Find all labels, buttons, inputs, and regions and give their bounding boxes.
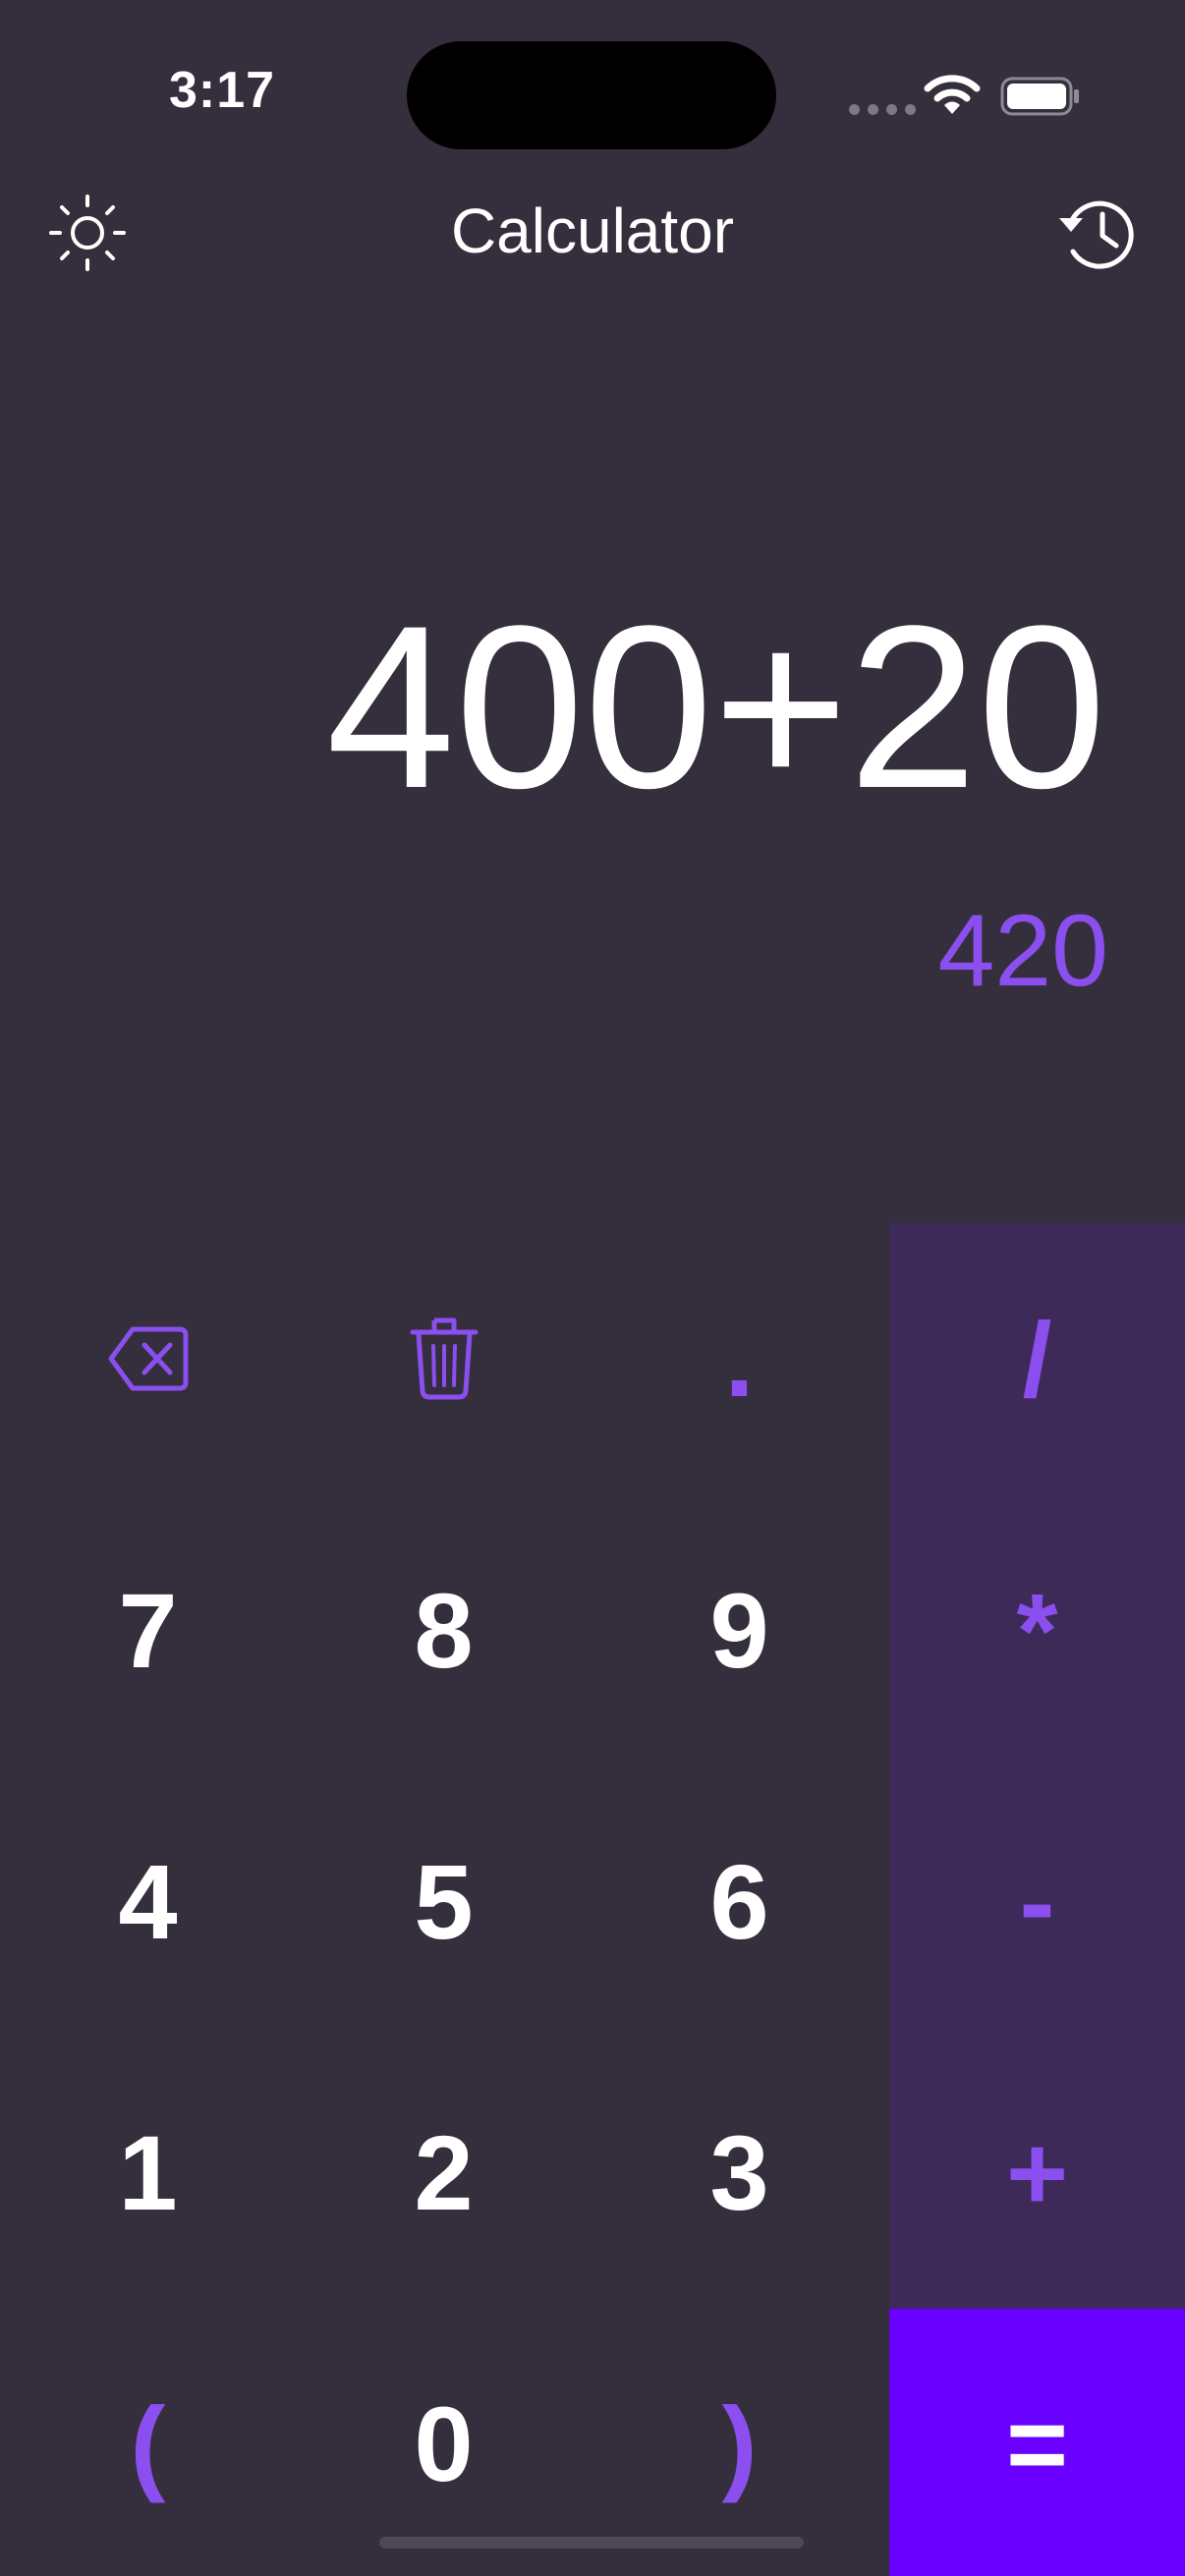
divide-button[interactable]: /	[889, 1223, 1185, 1494]
key-5[interactable]: 5	[296, 1765, 592, 2037]
key-7[interactable]: 7	[0, 1494, 296, 1765]
decimal-button[interactable]: .	[592, 1223, 887, 1494]
home-indicator	[379, 2537, 804, 2548]
dynamic-island	[407, 41, 776, 149]
expression-display: 400+20	[325, 578, 1106, 837]
multiply-button[interactable]: *	[889, 1494, 1185, 1765]
add-button[interactable]: +	[889, 2037, 1185, 2308]
key-8[interactable]: 8	[296, 1494, 592, 1765]
key-3[interactable]: 3	[592, 2037, 887, 2308]
wifi-icon	[924, 75, 981, 114]
calculator-screen: 3:17 Calculator 400+20 420 . / 7 8 9 * 4…	[0, 0, 1185, 2576]
backspace-icon	[108, 1326, 188, 1391]
clear-button[interactable]	[296, 1223, 592, 1494]
keypad: . / 7 8 9 * 4 5 6 - 1 2 3 + ( 0 ) =	[0, 1223, 1185, 2576]
equals-button[interactable]: =	[889, 2308, 1185, 2576]
history-icon	[1059, 200, 1134, 269]
key-4[interactable]: 4	[0, 1765, 296, 2037]
result-display: 420	[937, 894, 1108, 1008]
signal-dots-icon	[849, 104, 916, 115]
key-6[interactable]: 6	[592, 1765, 887, 2037]
history-button[interactable]	[1053, 193, 1140, 275]
subtract-button[interactable]: -	[889, 1765, 1185, 2037]
status-time: 3:17	[169, 62, 276, 119]
key-9[interactable]: 9	[592, 1494, 887, 1765]
open-paren-button[interactable]: (	[0, 2308, 296, 2576]
backspace-button[interactable]	[0, 1223, 296, 1494]
key-2[interactable]: 2	[296, 2037, 592, 2308]
battery-icon	[1000, 77, 1079, 116]
page-title: Calculator	[450, 196, 735, 266]
key-1[interactable]: 1	[0, 2037, 296, 2308]
trash-icon	[410, 1317, 478, 1400]
